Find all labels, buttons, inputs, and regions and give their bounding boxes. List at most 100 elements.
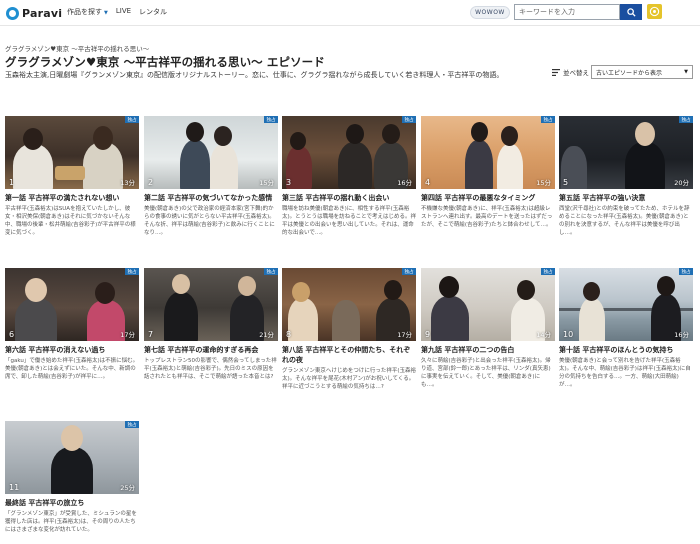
episode-title[interactable]: 第九話 平古祥平の二つの告白 xyxy=(421,345,555,355)
sort-select[interactable]: 古いエピソードから表示 ▼ xyxy=(591,65,693,79)
page-title: グラグラメゾン♥東京 ～平古祥平の揺れる思い～ エピソード xyxy=(5,55,325,69)
episode-title[interactable]: 最終話 平古祥平の旅立ち xyxy=(5,498,139,508)
episode-number: 9 xyxy=(425,330,431,339)
episode-number: 11 xyxy=(9,483,20,492)
search-input[interactable] xyxy=(514,4,620,20)
episode-duration: 25分 xyxy=(120,484,135,492)
exclusive-badge: 独占 xyxy=(402,116,416,123)
episode-duration: 13分 xyxy=(120,179,135,187)
episode-card[interactable]: 独占 8 17分 第八話 平古祥平とその仲間たち、それぞれの夜 グランメゾン東京… xyxy=(282,268,416,391)
episode-description: トップレストラン50の影響で、偶然会ってしまった祥平(玉森裕太)と萌絵(吉谷彩子… xyxy=(144,358,277,380)
episode-number: 4 xyxy=(425,178,431,187)
episode-number: 2 xyxy=(148,178,154,187)
paravi-logo-icon xyxy=(6,6,19,20)
episode-card[interactable]: 独占 5 20分 第五話 平古祥平の強い決意 西堂(沢千尋社)との約束を破ってた… xyxy=(559,116,693,237)
scene-image xyxy=(559,268,693,341)
exclusive-badge: 独占 xyxy=(679,268,693,275)
chevron-down-icon: ▼ xyxy=(104,10,108,16)
episode-number: 10 xyxy=(563,330,574,339)
episode-description: 久々に萌絵(吉谷彩子)と出会った祥平(玉森裕太)。帰り道、宮部(鈴一郎)とあった… xyxy=(421,358,551,388)
episode-card[interactable]: 独占 3 16分 第三話 平古祥平の揺れ動く出会い 職場を訪ね美優(朝倉あき)に… xyxy=(282,116,416,237)
search-button[interactable] xyxy=(620,4,642,20)
site-header: Paravi 作品を探す ▼ LIVE レンタル WOWOW xyxy=(0,0,700,26)
scene-image xyxy=(5,268,139,341)
sort-label: 並べ替え xyxy=(563,69,589,77)
episode-description: グランメゾン東京へけじめをつけに行った祥平(玉森裕太)。そんな祥平を尾花(木村ア… xyxy=(282,368,416,390)
episode-duration: 15分 xyxy=(259,179,274,187)
episode-title[interactable]: 第六話 平古祥平の消えない過ち xyxy=(5,345,139,355)
nav-item-browse-label: 作品を探す xyxy=(67,8,102,16)
episode-thumbnail[interactable]: 独占 5 20分 xyxy=(559,116,693,189)
episode-description: 「グランメゾン東京」が受賞した、ミシュランの星を獲得した店は。祥平(玉森裕太)は… xyxy=(5,511,137,533)
episode-number: 1 xyxy=(9,178,15,187)
wowow-button[interactable]: WOWOW xyxy=(470,6,510,19)
episode-duration: 20分 xyxy=(674,179,689,187)
scene-image xyxy=(421,268,555,341)
episode-title[interactable]: 第四話 平古祥平の最悪なタイミング xyxy=(421,193,555,203)
episode-number: 6 xyxy=(9,330,15,339)
scene-image xyxy=(144,268,278,341)
episode-duration: 17分 xyxy=(397,331,412,339)
exclusive-badge: 独占 xyxy=(264,116,278,123)
episode-thumbnail[interactable]: 独占 8 17分 xyxy=(282,268,416,341)
exclusive-badge: 独占 xyxy=(402,268,416,275)
search-icon xyxy=(626,7,636,17)
episode-title[interactable]: 第八話 平古祥平とその仲間たち、それぞれの夜 xyxy=(282,345,416,365)
exclusive-badge: 独占 xyxy=(679,116,693,123)
episode-card[interactable]: 独占 10 16分 第十話 平古祥平のほんとうの気持ち 美優(朝倉あき)と会って… xyxy=(559,268,693,389)
main-nav: 作品を探す ▼ LIVE レンタル xyxy=(67,7,167,17)
scene-image xyxy=(282,268,416,341)
episode-card[interactable]: 独占 6 17分 第六話 平古祥平の消えない過ち 「gaku」で働き始めた祥平(… xyxy=(5,268,139,381)
sort-icon xyxy=(552,68,560,76)
episode-title[interactable]: 第五話 平古祥平の強い決意 xyxy=(559,193,693,203)
user-menu-button[interactable] xyxy=(647,4,662,19)
episode-card[interactable]: 独占 2 15分 第二話 平古祥平の気づいてなかった感情 美優(朝倉あき)の父で… xyxy=(144,116,278,237)
series-description: 玉森裕太主演,日曜劇場『グランメゾン東京』の配信版オリジナルストーリー。恋に、仕… xyxy=(5,71,504,79)
exclusive-badge: 独占 xyxy=(125,421,139,428)
episode-duration: 16分 xyxy=(674,331,689,339)
episode-thumbnail[interactable]: 独占 11 25分 xyxy=(5,421,139,494)
episode-thumbnail[interactable]: 独占 7 21分 xyxy=(144,268,278,341)
episode-thumbnail[interactable]: 独占 4 15分 xyxy=(421,116,555,189)
exclusive-badge: 独占 xyxy=(541,268,555,275)
episode-title[interactable]: 第二話 平古祥平の気づいてなかった感情 xyxy=(144,193,278,203)
episode-card[interactable]: 独占 4 15分 第四話 平古祥平の最悪なタイミング 不機嫌な美優(朝倉あき)に… xyxy=(421,116,555,229)
paravi-logo[interactable]: Paravi xyxy=(6,5,62,21)
episode-thumbnail[interactable]: 独占 1 13分 xyxy=(5,116,139,189)
episode-card[interactable]: 独占 1 13分 第一話 平古祥平の満たされない想い 平古祥平(玉森裕太)はSU… xyxy=(5,116,139,237)
episode-thumbnail[interactable]: 独占 6 17分 xyxy=(5,268,139,341)
scene-image xyxy=(5,116,139,189)
episode-description: 西堂(沢千尋社)との約束を破ってたため、ホテルを辞めることになった祥平(玉森裕太… xyxy=(559,206,690,236)
episode-card[interactable]: 独占 7 21分 第七話 平古祥平の運命的すぎる再会 トップレストラン50の影響… xyxy=(144,268,278,381)
episode-title[interactable]: 第三話 平古祥平の揺れ動く出会い xyxy=(282,193,416,203)
episode-thumbnail[interactable]: 独占 3 16分 xyxy=(282,116,416,189)
episode-title[interactable]: 第七話 平古祥平の運命的すぎる再会 xyxy=(144,345,278,355)
episode-description: 職場を訪ね美優(朝倉あき)に、相性する祥平(玉森裕太)。とうとうは職場を訪ねるこ… xyxy=(282,206,416,236)
exclusive-badge: 独占 xyxy=(125,268,139,275)
episode-thumbnail[interactable]: 独占 10 16分 xyxy=(559,268,693,341)
nav-item-rental[interactable]: レンタル xyxy=(139,7,167,17)
nav-item-browse[interactable]: 作品を探す ▼ xyxy=(67,7,108,17)
logo-text: Paravi xyxy=(22,6,63,20)
episode-duration: 15分 xyxy=(536,179,551,187)
sort-label-group: 並べ替え xyxy=(552,67,589,77)
episode-duration: 14分 xyxy=(536,331,551,339)
episode-description: 「gaku」で働き始めた祥平(玉森裕太)は不振に悩む。美優(朝倉あき)とは会えず… xyxy=(5,358,139,380)
scene-image xyxy=(282,116,416,189)
exclusive-badge: 独占 xyxy=(264,268,278,275)
episode-description: 不機嫌な美優(朝倉あき)に、祥平(玉森裕太)は超級レストランへ連れ出す。最高のデ… xyxy=(421,206,553,228)
episode-description: 美優(朝倉あき)と会って別れを告げた祥平(玉森裕太)。そんな中、萌絵(吉谷彩子)… xyxy=(559,358,691,388)
nav-item-live[interactable]: LIVE xyxy=(116,7,131,17)
episode-thumbnail[interactable]: 独占 2 15分 xyxy=(144,116,278,189)
episode-duration: 17分 xyxy=(120,331,135,339)
episode-thumbnail[interactable]: 独占 9 14分 xyxy=(421,268,555,341)
episode-title[interactable]: 第一話 平古祥平の満たされない想い xyxy=(5,193,139,203)
episode-title[interactable]: 第十話 平古祥平のほんとうの気持ち xyxy=(559,345,693,355)
breadcrumb[interactable]: グラグラメゾン♥東京 ～平古祥平の揺れる思い～ xyxy=(5,43,149,53)
episode-card[interactable]: 独占 9 14分 第九話 平古祥平の二つの告白 久々に萌絵(吉谷彩子)と出会った… xyxy=(421,268,555,389)
exclusive-badge: 独占 xyxy=(541,116,555,123)
episode-description: 平古祥平(玉森裕太)はSUAを抱えていたしかし、彼女・相沢美保(朝倉あき)はそれ… xyxy=(5,206,136,236)
sort-selected-value: 古いエピソードから表示 xyxy=(596,69,663,77)
scene-image xyxy=(5,421,139,494)
episode-card[interactable]: 独占 11 25分 最終話 平古祥平の旅立ち 「グランメゾン東京」が受賞した、ミ… xyxy=(5,421,139,534)
